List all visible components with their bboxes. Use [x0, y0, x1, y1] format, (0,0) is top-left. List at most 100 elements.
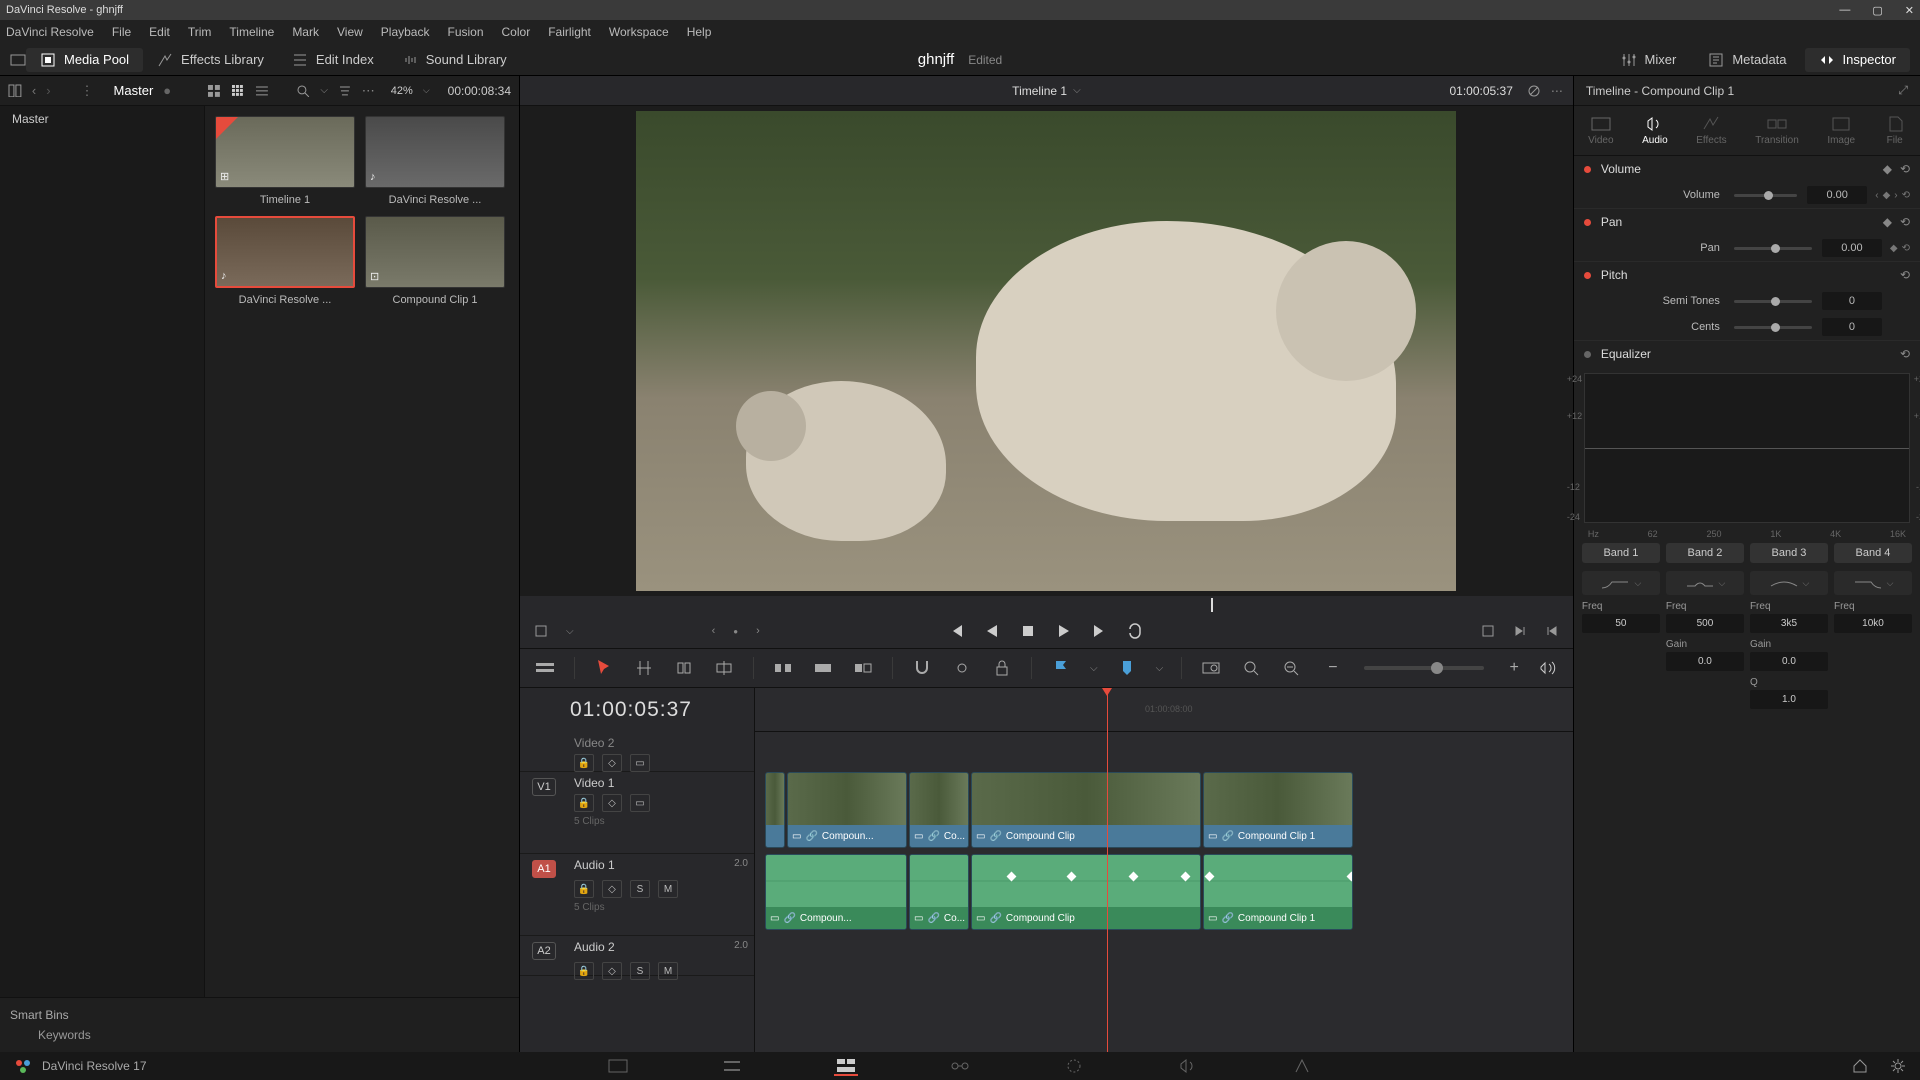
timeline-ruler[interactable]: 01:00:08:00 [755, 688, 1573, 732]
solo-icon[interactable]: S [630, 880, 650, 898]
reset-icon[interactable]: ⟲ [1900, 347, 1910, 361]
maximize-icon[interactable]: ▢ [1872, 4, 1882, 17]
b3-freq[interactable]: 3k5 [1750, 614, 1828, 633]
v1-tag[interactable]: V1 [532, 778, 555, 796]
match-frame-icon[interactable] [1481, 624, 1495, 638]
sort-icon[interactable] [338, 84, 352, 98]
zoom-value[interactable]: 42% [391, 85, 413, 97]
volume-slider[interactable] [1734, 194, 1797, 197]
effects-button[interactable]: Effects Library [143, 48, 278, 72]
jog-bar[interactable] [532, 596, 1561, 614]
b1-freq[interactable]: 50 [1582, 614, 1660, 633]
keyframe-icon[interactable]: ◆ [1883, 215, 1892, 229]
zoom-slider[interactable] [1364, 666, 1484, 670]
snapping-icon[interactable] [911, 657, 933, 679]
overwrite-icon[interactable] [812, 657, 834, 679]
timeline-view-icon[interactable] [534, 657, 556, 679]
tab-transition[interactable]: Transition [1755, 115, 1799, 146]
pitch-header[interactable]: Pitch [1601, 268, 1628, 282]
reset-icon[interactable]: ⟲ [1900, 268, 1910, 282]
next-clip-icon[interactable] [1091, 622, 1109, 640]
auto-select-icon[interactable]: ◇ [602, 754, 622, 772]
zoom-selection-icon[interactable] [1200, 657, 1222, 679]
step-fwd-icon[interactable] [1513, 624, 1527, 638]
color-page-icon[interactable] [1062, 1056, 1086, 1076]
menu-view[interactable]: View [337, 25, 363, 39]
bin-tree[interactable]: Master [0, 106, 205, 997]
audio-meter-icon[interactable] [1537, 657, 1559, 679]
tab-image[interactable]: Image [1827, 115, 1855, 146]
b2-freq[interactable]: 500 [1666, 614, 1744, 633]
menu-workspace[interactable]: Workspace [609, 25, 669, 39]
bin-master[interactable]: Master [12, 112, 192, 126]
eq-header[interactable]: Equalizer [1601, 347, 1651, 361]
metadata-button[interactable]: Metadata [1694, 48, 1800, 72]
band4-shape[interactable]: ⌵ [1834, 571, 1912, 595]
link-icon[interactable] [951, 657, 973, 679]
replace-icon[interactable] [852, 657, 874, 679]
lock-track-icon[interactable]: 🔒 [574, 880, 594, 898]
blade-tool-icon[interactable] [713, 657, 735, 679]
volume-value[interactable]: 0.00 [1807, 186, 1867, 204]
menu-edit[interactable]: Edit [149, 25, 170, 39]
tab-effects[interactable]: Effects [1696, 115, 1726, 146]
lock-icon[interactable] [991, 657, 1013, 679]
layout-icon[interactable] [10, 52, 26, 68]
strip-view-icon[interactable] [231, 84, 245, 98]
clip-thumb[interactable]: ♪ DaVinci Resolve ... [365, 116, 505, 206]
a2-name[interactable]: Audio 2 [574, 940, 615, 954]
reset-icon[interactable]: ⟲ [1900, 162, 1910, 176]
clip-thumb[interactable]: ⊞ Timeline 1 [215, 116, 355, 206]
pan-value[interactable]: 0.00 [1822, 239, 1882, 257]
solo-icon[interactable]: S [630, 962, 650, 980]
menu-timeline[interactable]: Timeline [229, 25, 274, 39]
lock-track-icon[interactable]: 🔒 [574, 962, 594, 980]
chevron-right-icon[interactable]: › [46, 83, 50, 98]
a1-tag[interactable]: A1 [532, 860, 555, 878]
zoom-in-icon[interactable]: + [1510, 659, 1519, 677]
menu-help[interactable]: Help [687, 25, 712, 39]
media-page-icon[interactable] [606, 1056, 630, 1076]
play-icon[interactable] [1055, 622, 1073, 640]
playhead[interactable] [1107, 688, 1108, 1052]
semitones-slider[interactable] [1734, 300, 1812, 303]
pan-slider[interactable] [1734, 247, 1812, 250]
a1-lane[interactable]: ▭🔗Compoun... ▭🔗Co... ▭🔗Compound Clip ▭🔗C… [755, 854, 1573, 936]
marker-icon[interactable] [1116, 657, 1138, 679]
menu-color[interactable]: Color [502, 25, 531, 39]
band3-shape[interactable]: ⌵ [1750, 571, 1828, 595]
cents-value[interactable]: 0 [1822, 318, 1882, 336]
menu-mark[interactable]: Mark [292, 25, 319, 39]
chevron-down-icon[interactable]: ⌵ [1073, 85, 1081, 96]
loop-icon[interactable] [1127, 622, 1145, 640]
v1-lane[interactable]: ▭🔗Compoun... ▭🔗Co... ▭🔗Compound Clip ▭🔗C… [755, 772, 1573, 854]
step-back-icon[interactable] [1545, 624, 1559, 638]
zoom-custom-icon[interactable] [1280, 657, 1302, 679]
stop-icon[interactable] [1019, 622, 1037, 640]
band3-button[interactable]: Band 3 [1750, 543, 1828, 563]
clip-thumb[interactable]: ⊡ Compound Clip 1 [365, 216, 505, 306]
timeline-tracks[interactable]: 01:00:08:00 ▭🔗Compoun... ▭🔗Co... ▭🔗Compo… [755, 688, 1573, 1052]
band1-button[interactable]: Band 1 [1582, 543, 1660, 563]
binview-icon[interactable] [8, 84, 22, 98]
band2-button[interactable]: Band 2 [1666, 543, 1744, 563]
disable-track-icon[interactable]: ▭ [630, 754, 650, 772]
editindex-button[interactable]: Edit Index [278, 48, 388, 72]
timeline-name[interactable]: Timeline 1 [1012, 84, 1067, 98]
settings-icon[interactable] [1890, 1058, 1906, 1074]
smartbins-label[interactable]: Smart Bins [10, 1008, 509, 1022]
tab-file[interactable]: File [1884, 115, 1906, 146]
menu-file[interactable]: File [112, 25, 131, 39]
menu-playback[interactable]: Playback [381, 25, 430, 39]
inspector-button[interactable]: Inspector [1805, 48, 1910, 72]
cut-page-icon[interactable] [720, 1056, 744, 1076]
mediapool-button[interactable]: Media Pool [26, 48, 143, 72]
more-icon[interactable]: ⋯ [1551, 84, 1563, 98]
grid-view-icon[interactable] [207, 84, 221, 98]
band2-shape[interactable]: ⌵ [1666, 571, 1744, 595]
fusion-page-icon[interactable] [948, 1056, 972, 1076]
auto-select-icon[interactable]: ◇ [602, 880, 622, 898]
insert-icon[interactable] [772, 657, 794, 679]
clip-thumb[interactable]: ♪ DaVinci Resolve ... [215, 216, 355, 306]
b2-gain[interactable]: 0.0 [1666, 652, 1744, 671]
